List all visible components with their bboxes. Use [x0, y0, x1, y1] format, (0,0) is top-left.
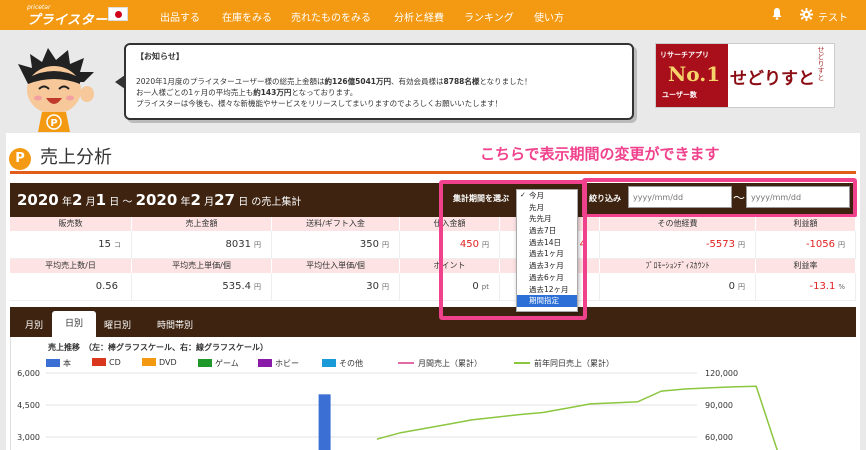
left-tick-label: 4,500: [17, 401, 40, 410]
banner-no1: No.1: [668, 62, 721, 86]
stat-header: ﾌﾟﾛﾓｰｼｮﾝﾃﾞｨｽｶｳﾝﾄ: [600, 259, 756, 273]
banner-ribbon: ユーザー数: [662, 91, 697, 99]
stat-header: 利益率: [756, 259, 856, 273]
notice-line-2: お一人様ごとの1ヶ月の平均売上も約143万円となっております。: [136, 88, 358, 97]
period-highlight-frame: [439, 180, 587, 320]
banner-subtitle: リサーチアプリ: [660, 51, 709, 59]
stat-header: その他経費: [600, 217, 756, 231]
stat-shipping: 350 円: [272, 231, 400, 258]
page-title: 売上分析: [40, 147, 112, 168]
stat-header: 平均仕入単価/個: [272, 259, 400, 273]
stat-header: 利益額: [756, 217, 856, 231]
notice-line-1: 2020年1月度のプライスターユーザー様の総売上金額は約126億5041万円、有…: [136, 77, 532, 86]
stat-avg-count: 0.56: [10, 273, 132, 300]
left-tick-label: 3,000: [17, 433, 40, 442]
stat-profit: -1056 円: [756, 231, 856, 258]
tab-monthly[interactable]: 月別: [25, 318, 43, 331]
stat-header: 販売数: [10, 217, 132, 231]
title-underline: [10, 171, 856, 174]
banner-edge-text: せどりすと: [817, 46, 825, 81]
logo[interactable]: プライスター: [27, 9, 108, 28]
date-range-label: 2020 年2 月1 日 〜 2020 年2 月27 日 の売上集計: [17, 191, 302, 209]
stat-profit-rate: -13.1%: [756, 273, 856, 300]
notice-title: 【お知らせ】: [136, 52, 184, 61]
mascot-icon: P: [18, 48, 94, 132]
pricetar-p-icon: P: [9, 148, 31, 170]
stats-grid: 販売数 売上金額 送料/ギフト入金 仕入金額 その他経費 利益額 15 コ 803…: [10, 217, 856, 301]
stat-header: 送料/ギフト入金: [272, 217, 400, 231]
narrow-highlight-frame: [582, 178, 857, 218]
stat-sales-amount: 8031 円: [132, 231, 272, 258]
right-tick-label: 60,000: [705, 433, 733, 442]
annotation-text: こちらで表示期間の変更ができます: [480, 145, 720, 163]
notice-box: 【お知らせ】 2020年1月度のプライスターユーザー様の総売上金額は約126億5…: [115, 43, 634, 120]
stat-promotion: 0円: [600, 273, 756, 300]
stats-header-row-1: 販売数 売上金額 送料/ギフト入金 仕入金額 その他経費 利益額: [10, 217, 856, 231]
svg-text:P: P: [50, 118, 57, 129]
user-name[interactable]: テスト: [818, 9, 848, 24]
sedorist-banner[interactable]: リサーチアプリ No.1 ユーザー数 せどりすと せどりすと: [655, 43, 835, 108]
stat-avg-price: 535.4 円: [132, 273, 272, 300]
stats-value-row-2: 0.56 535.4 円 30 円 0 pt 0円 -13.1%: [10, 273, 856, 301]
left-tick-label: 6,000: [17, 369, 40, 378]
nav-item-howto[interactable]: 使い方: [534, 9, 564, 24]
stat-header: 平均売上単価/個: [132, 259, 272, 273]
nav-item-listing[interactable]: 出品する: [160, 9, 200, 24]
stat-sales-count: 15 コ: [10, 231, 132, 258]
sales-chart: 6,000 4,500 3,000 120,000 90,000 60,000: [17, 369, 778, 450]
gear-icon[interactable]: [800, 8, 813, 21]
banner-title: せどりすと: [730, 69, 815, 89]
nav-item-sold-items[interactable]: 売れたものをみる: [291, 9, 371, 24]
nav-item-inventory[interactable]: 在庫をみる: [222, 9, 272, 24]
bar-本: [318, 394, 331, 450]
tab-timeslot[interactable]: 時間帯別: [157, 318, 193, 331]
tab-weekday[interactable]: 曜日別: [104, 318, 131, 331]
nav-item-analysis[interactable]: 分析と経費: [394, 9, 444, 24]
stats-header-row-2: 平均売上数/日 平均売上単価/個 平均仕入単価/個 ポイント ﾌﾟﾛﾓｰｼｮﾝﾃ…: [10, 259, 856, 273]
tab-bar: [10, 307, 856, 337]
right-tick-label: 120,000: [705, 369, 738, 378]
right-tick-label: 90,000: [705, 401, 733, 410]
japan-flag-icon[interactable]: [108, 7, 128, 21]
chart-title: 売上推移 （左：棒グラフスケール、右：線グラフスケール）: [48, 343, 268, 352]
nav-item-ranking[interactable]: ランキング: [464, 9, 514, 24]
tab-daily[interactable]: 日別: [52, 311, 96, 338]
stat-other-expenses: -5573 円: [600, 231, 756, 258]
stat-avg-purchase: 30 円: [272, 273, 400, 300]
stat-header: 平均売上数/日: [10, 259, 132, 273]
stats-value-row-1: 15 コ 8031 円 350 円 450 円 4 -5573 円 -1056 円: [10, 231, 856, 259]
notice-line-3: プライスターは今後も、様々な新機能やサービスをリリースしてまいりますのでよろしく…: [136, 99, 503, 108]
bell-icon[interactable]: [772, 8, 782, 20]
stat-header: 売上金額: [132, 217, 272, 231]
